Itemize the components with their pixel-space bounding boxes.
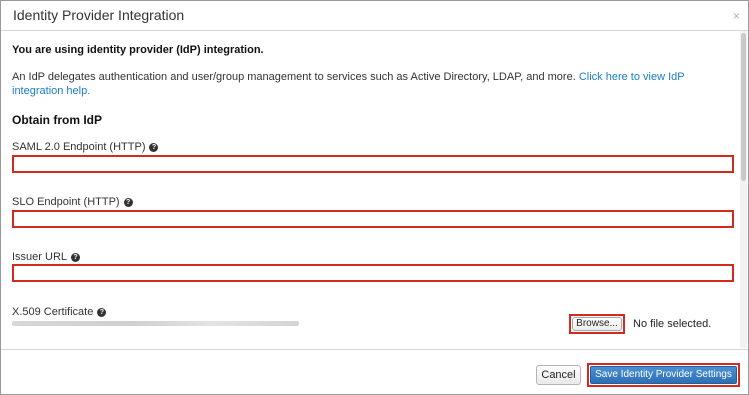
- certificate-value-redacted: [12, 321, 299, 326]
- browse-button-highlight: Browse...: [569, 314, 625, 334]
- close-icon[interactable]: ×: [733, 9, 740, 23]
- saml-endpoint-input[interactable]: [12, 155, 734, 173]
- help-icon[interactable]: ?: [71, 253, 81, 262]
- dialog-title: Identity Provider Integration: [13, 7, 185, 23]
- dialog-body: You are using identity provider (IdP) in…: [1, 31, 740, 348]
- issuer-url-input[interactable]: [12, 264, 734, 282]
- save-idp-settings-button[interactable]: Save Identity Provider Settings: [590, 366, 737, 384]
- browse-button[interactable]: Browse...: [572, 317, 622, 331]
- certificate-label-text: X.509 Certificate: [12, 306, 94, 318]
- certificate-label: X.509 Certificate?: [12, 306, 107, 318]
- issuer-url-label-text: Issuer URL: [12, 251, 68, 263]
- save-button-highlight: Save Identity Provider Settings: [587, 363, 740, 387]
- cancel-button[interactable]: Cancel: [536, 365, 581, 385]
- section-title: Obtain from IdP: [12, 113, 102, 127]
- slo-endpoint-label-text: SLO Endpoint (HTTP): [12, 196, 120, 208]
- scrollbar[interactable]: [740, 31, 747, 348]
- idp-dialog: Identity Provider Integration × You are …: [0, 0, 749, 395]
- help-icon[interactable]: ?: [123, 198, 133, 207]
- saml-endpoint-label: SAML 2.0 Endpoint (HTTP)?: [12, 141, 159, 153]
- footer-divider: [1, 349, 748, 350]
- saml-endpoint-label-text: SAML 2.0 Endpoint (HTTP): [12, 141, 146, 153]
- slo-endpoint-label: SLO Endpoint (HTTP)?: [12, 196, 133, 208]
- intro-description-text: An IdP delegates authentication and user…: [12, 71, 579, 83]
- help-icon[interactable]: ?: [149, 143, 159, 152]
- issuer-url-label: Issuer URL?: [12, 251, 81, 263]
- intro-description: An IdP delegates authentication and user…: [12, 70, 724, 98]
- intro-heading: You are using identity provider (IdP) in…: [12, 44, 264, 56]
- file-status: No file selected.: [633, 318, 712, 330]
- help-icon[interactable]: ?: [97, 308, 107, 317]
- slo-endpoint-input[interactable]: [12, 210, 734, 228]
- scrollbar-thumb[interactable]: [741, 33, 746, 181]
